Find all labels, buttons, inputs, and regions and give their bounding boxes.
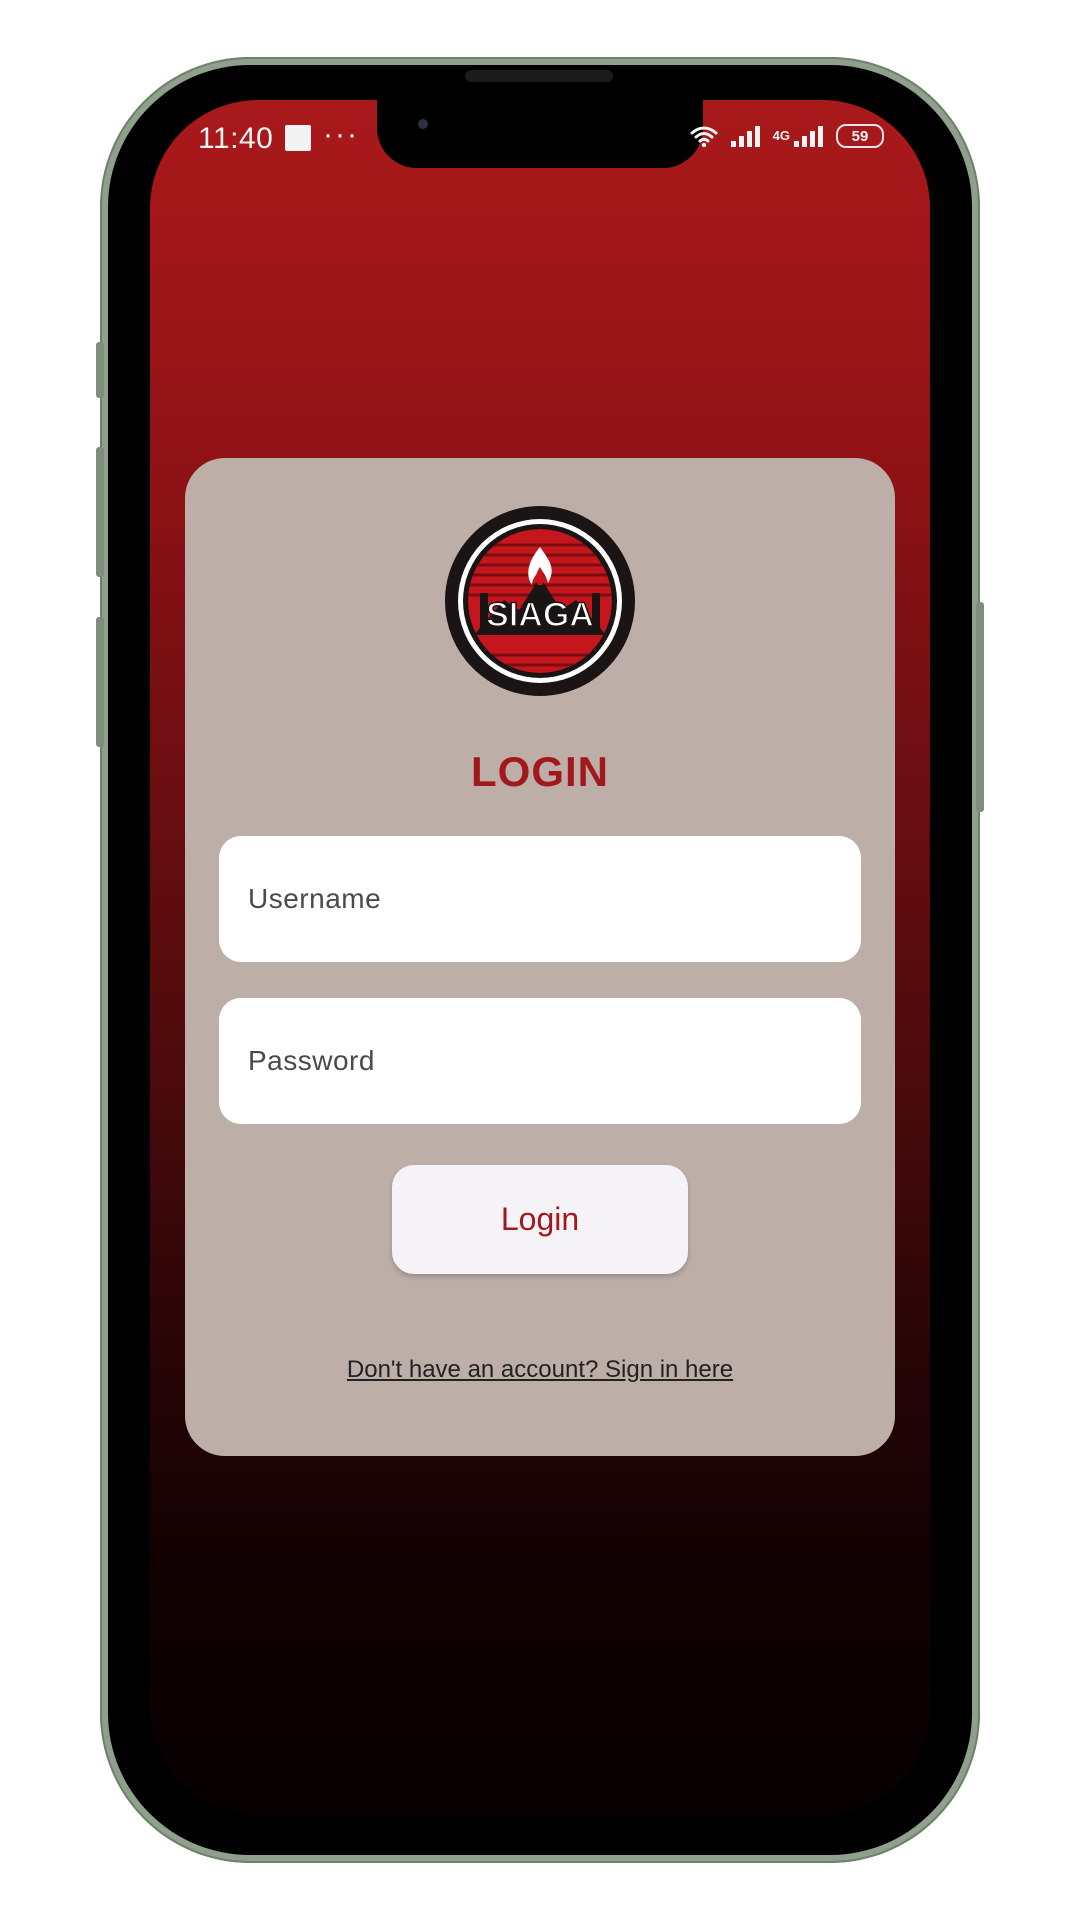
more-notifications-icon: ··· — [323, 118, 359, 151]
username-field-container[interactable] — [219, 836, 861, 962]
password-input[interactable] — [246, 1044, 834, 1078]
status-icons: 4G 59 — [689, 124, 884, 148]
signal-icon-sim2 — [794, 126, 823, 147]
password-field-container[interactable] — [219, 998, 861, 1124]
signal-icon — [730, 126, 760, 147]
volume-up-button — [96, 447, 104, 577]
battery-level: 59 — [851, 127, 869, 145]
page-title: LOGIN — [471, 748, 609, 795]
siaga-logo: SIAGA — [445, 506, 635, 696]
network-type-label: 4G — [772, 128, 790, 143]
login-button[interactable]: Login — [392, 1165, 688, 1274]
signup-link[interactable]: Don't have an account? Sign in here — [185, 1356, 895, 1384]
battery-icon: 59 — [836, 124, 884, 148]
wifi-icon — [690, 126, 718, 148]
volume-down-button — [96, 617, 104, 747]
logo-text: SIAGA — [486, 596, 594, 634]
login-card: SIAGA LOGIN Login Don't have an account?… — [185, 458, 895, 1456]
notification-square-icon — [285, 125, 311, 151]
status-bar: 11:40 ··· 4G 59 — [150, 100, 930, 172]
power-button — [976, 602, 984, 812]
status-time: 11:40 — [198, 122, 274, 155]
username-input[interactable] — [246, 882, 834, 916]
speaker-grill — [465, 70, 613, 82]
silent-switch — [96, 342, 104, 398]
